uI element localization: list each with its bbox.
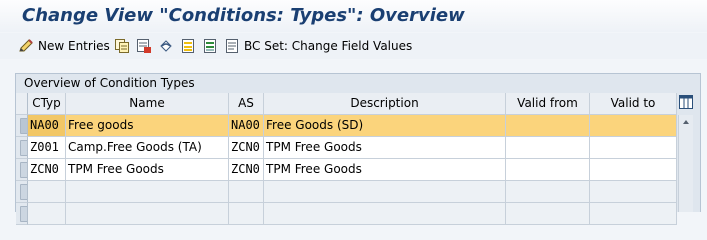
empty-cell: [66, 203, 229, 225]
table-row[interactable]: Z001 Camp.Free Goods (TA) ZCN0 TPM Free …: [16, 137, 677, 159]
valid-to-input[interactable]: [590, 137, 677, 159]
column-header-name[interactable]: Name: [66, 93, 229, 115]
row-selector[interactable]: [16, 203, 28, 225]
column-header-valid-from[interactable]: Valid from: [506, 93, 590, 115]
valid-to-input[interactable]: [590, 115, 677, 137]
empty-table-row[interactable]: [16, 181, 677, 203]
row-selector[interactable]: [16, 137, 28, 159]
undo-icon: [158, 38, 174, 54]
empty-cell: [264, 203, 506, 225]
bc-set-label: BC Set: Change Field Values: [244, 39, 413, 53]
empty-cell: [264, 181, 506, 203]
as-cell[interactable]: ZCN0: [229, 159, 264, 181]
table-title: Overview of Condition Types: [24, 76, 195, 90]
condition-types-table-control: Overview of Condition Types CTyp Name AS…: [15, 73, 701, 225]
bc-set-change-field-values-button[interactable]: BC Set: Change Field Values: [224, 37, 412, 55]
description-cell: Free Goods (SD): [264, 115, 506, 137]
valid-from-input[interactable]: [506, 137, 590, 159]
title-bar: Change View "Conditions: Types": Overvie…: [0, 0, 707, 32]
column-header-as[interactable]: AS: [229, 93, 264, 115]
delete-button[interactable]: [136, 37, 152, 55]
valid-to-input[interactable]: [590, 159, 677, 181]
name-input[interactable]: Camp.Free Goods (TA): [66, 137, 229, 159]
empty-cell: [66, 181, 229, 203]
ctyp-cell: Z001: [28, 137, 66, 159]
select-all-icon: [180, 38, 196, 54]
empty-cell: [28, 181, 66, 203]
header-select-all-cell[interactable]: [16, 93, 28, 115]
empty-table-row[interactable]: [16, 203, 677, 225]
empty-cell: [506, 203, 590, 225]
undo-change-button[interactable]: [158, 37, 174, 55]
vertical-scrollbar[interactable]: [678, 115, 693, 212]
as-cell[interactable]: NA00: [229, 115, 264, 137]
select-all-button[interactable]: [180, 37, 196, 55]
select-block-button[interactable]: [202, 37, 218, 55]
ctyp-cell: NA00: [28, 115, 66, 137]
column-header-ctyp[interactable]: CTyp: [28, 93, 66, 115]
delete-row-icon: [136, 38, 152, 54]
new-entries-label: New Entries: [38, 39, 110, 53]
scroll-up-button[interactable]: [679, 115, 693, 129]
empty-cell: [506, 181, 590, 203]
table-row[interactable]: ZCN0 TPM Free Goods ZCN0 TPM Free Goods: [16, 159, 677, 181]
column-header-description[interactable]: Description: [264, 93, 506, 115]
bc-set-icon: [224, 38, 240, 54]
empty-cell: [229, 203, 264, 225]
pencil-new-icon: [18, 38, 34, 54]
select-block-icon: [202, 38, 218, 54]
name-input[interactable]: TPM Free Goods: [66, 159, 229, 181]
empty-cell: [590, 181, 677, 203]
name-input[interactable]: Free goods: [66, 115, 229, 137]
ctyp-cell: ZCN0: [28, 159, 66, 181]
empty-cell: [28, 203, 66, 225]
empty-cell: [229, 181, 264, 203]
new-entries-button[interactable]: New Entries: [18, 37, 110, 55]
empty-cell: [590, 203, 677, 225]
row-selector[interactable]: [16, 159, 28, 181]
arrow-up-icon: [679, 115, 693, 129]
page-title: Change View "Conditions: Types": Overvie…: [22, 5, 465, 26]
row-selector[interactable]: [16, 181, 28, 203]
application-toolbar: New Entries BC Set: Change Field Values: [0, 33, 707, 59]
valid-from-input[interactable]: [506, 159, 590, 181]
description-cell: TPM Free Goods: [264, 159, 506, 181]
table-settings-icon: [679, 94, 693, 110]
copy-as-button[interactable]: [114, 37, 130, 55]
copy-icon: [114, 38, 130, 54]
table-header-row: CTyp Name AS Description Valid from Vali…: [16, 93, 677, 115]
as-cell[interactable]: ZCN0: [229, 137, 264, 159]
table-row[interactable]: NA00 Free goods NA00 Free Goods (SD): [16, 115, 677, 137]
description-cell: TPM Free Goods: [264, 137, 506, 159]
column-header-valid-to[interactable]: Valid to: [590, 93, 677, 115]
table-settings-button[interactable]: [679, 94, 693, 112]
valid-from-input[interactable]: [506, 115, 590, 137]
row-selector[interactable]: [16, 115, 28, 137]
